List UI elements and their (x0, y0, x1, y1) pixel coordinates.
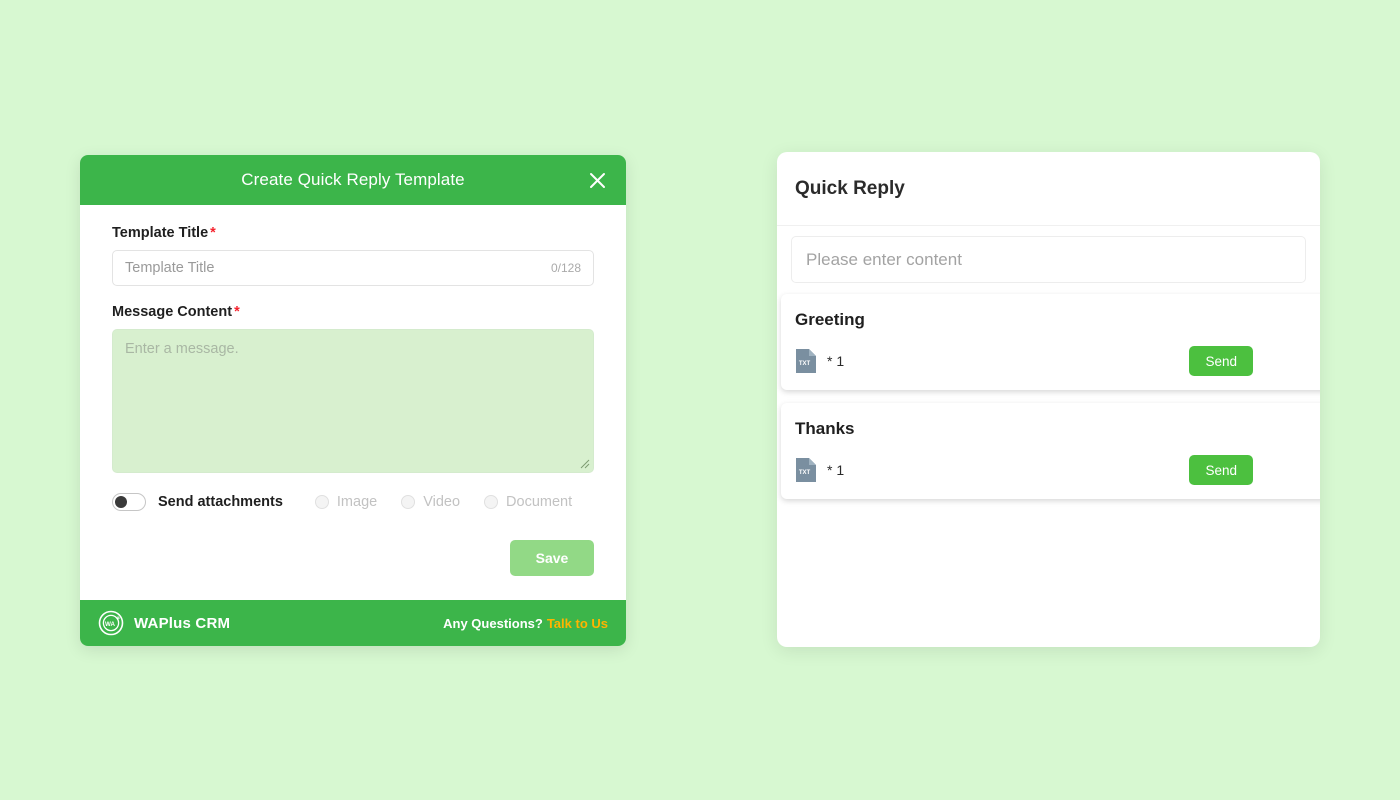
send-attachments-row: Send attachments Image Video Document (112, 490, 594, 514)
save-button[interactable]: Save (510, 540, 594, 576)
send-button[interactable]: Send (1189, 455, 1253, 485)
talk-to-us-link[interactable]: Talk to Us (547, 616, 608, 631)
brand: WA + WAPlus CRM (98, 610, 230, 636)
dialog-header: Create Quick Reply Template (80, 155, 626, 205)
radio-circle-icon (401, 495, 416, 509)
dialog-body: Template Title* 0/128 Message Content* S… (80, 205, 626, 514)
create-quick-reply-template-dialog: Create Quick Reply Template Template Tit… (80, 155, 626, 646)
character-counter: 0/128 (550, 261, 581, 275)
attachment-chip: TXT * 1 (795, 348, 844, 374)
radio-label-document: Document (506, 494, 573, 510)
waplus-logo-icon: WA + (98, 610, 124, 636)
message-content-wrapper (112, 329, 594, 473)
send-attachments-toggle[interactable] (112, 493, 146, 511)
dialog-actions: Save (80, 514, 626, 600)
dialog-footer: WA + WAPlus CRM Any Questions? Talk to Us (80, 600, 626, 646)
quick-reply-panel: Quick Reply Greeting TXT * 1 Send Thanks (777, 152, 1320, 647)
close-icon[interactable] (584, 167, 610, 193)
required-marker: * (234, 304, 240, 320)
list-item[interactable]: Greeting TXT * 1 Send (781, 294, 1320, 390)
quick-reply-search-wrapper (777, 226, 1320, 283)
attachment-chip: TXT * 1 (795, 457, 844, 483)
required-marker: * (210, 225, 216, 241)
footer-question-text: Any Questions? (443, 615, 543, 631)
quick-reply-search-input[interactable] (791, 236, 1306, 283)
radio-label-video: Video (423, 494, 461, 510)
radio-label-image: Image (336, 494, 378, 510)
svg-text:WA: WA (105, 621, 115, 628)
radio-circle-icon (314, 495, 329, 509)
radio-option-image[interactable]: Image (314, 494, 378, 510)
list-item[interactable]: Thanks TXT * 1 Send (781, 403, 1320, 499)
send-button[interactable]: Send (1189, 346, 1253, 376)
svg-text:TXT: TXT (799, 361, 811, 367)
quick-reply-header: Quick Reply (777, 152, 1320, 226)
attachment-count: * 1 (827, 462, 845, 478)
message-content-textarea[interactable] (112, 329, 594, 473)
svg-text:+: + (116, 616, 120, 623)
template-title-label: Template Title * (112, 225, 594, 241)
footer-help: Any Questions? Talk to Us (443, 616, 608, 631)
send-attachments-label: Send attachments (158, 494, 283, 510)
message-content-label: Message Content * (112, 304, 594, 320)
toggle-knob (115, 496, 127, 508)
message-content-label-text: Message Content (112, 304, 233, 320)
attachment-count: * 1 (827, 353, 845, 369)
radio-option-document[interactable]: Document (484, 494, 572, 510)
txt-file-icon: TXT (796, 458, 816, 482)
list-item-title: Greeting (795, 310, 865, 329)
radio-circle-icon (484, 495, 499, 509)
radio-option-video[interactable]: Video (401, 494, 460, 510)
template-title-label-text: Template Title (112, 225, 209, 241)
attachment-type-radio-group: Image Video Document (314, 494, 596, 510)
dialog-title: Create Quick Reply Template (241, 170, 465, 189)
svg-text:TXT: TXT (799, 470, 811, 476)
txt-file-icon: TXT (796, 349, 816, 373)
quick-reply-title: Quick Reply (795, 177, 905, 199)
template-title-input-wrapper: 0/128 (112, 250, 594, 286)
brand-name: WAPlus CRM (134, 614, 231, 632)
list-item-title: Thanks (795, 419, 855, 438)
template-title-input[interactable] (113, 251, 551, 285)
quick-reply-list: Greeting TXT * 1 Send Thanks TXT * 1 Sen… (777, 283, 1320, 499)
